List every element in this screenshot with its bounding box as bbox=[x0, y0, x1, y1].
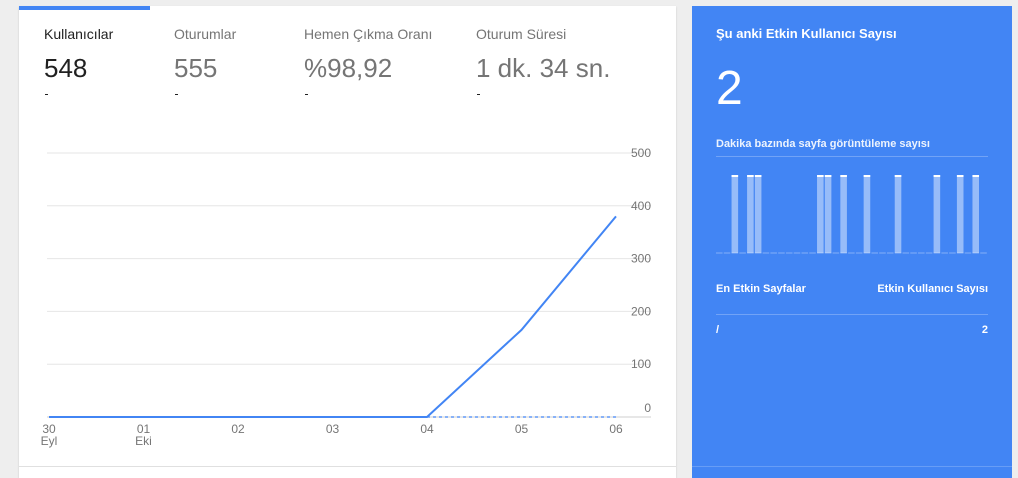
tab-sessions-sparkline bbox=[175, 94, 178, 95]
pageview-bar-cap bbox=[894, 175, 902, 177]
pageview-bar-cap bbox=[747, 175, 754, 177]
pageview-bar-cap bbox=[972, 175, 980, 177]
pageview-bar bbox=[894, 175, 902, 253]
realtime-footer-divider bbox=[692, 466, 1012, 467]
pageview-bar-cap bbox=[840, 175, 847, 177]
tab-session-duration-value: 1 dk. 34 sn. bbox=[476, 53, 611, 83]
realtime-title: Şu anki Etkin Kullanıcı Sayısı bbox=[716, 26, 897, 41]
active-users-count: 2 bbox=[716, 62, 743, 115]
top-page-users: 2 bbox=[981, 324, 988, 336]
top-pages-header: En Etkin Sayfalar bbox=[716, 283, 806, 295]
x-tick-month-label: Eyl bbox=[41, 434, 58, 448]
tab-sessions-label: Oturumlar bbox=[174, 26, 237, 42]
x-tick-label: 02 bbox=[231, 422, 245, 436]
table-header-divider bbox=[716, 314, 988, 315]
tab-bounce-rate-value: %98,92 bbox=[304, 53, 393, 83]
pageview-bar-cap bbox=[933, 175, 941, 177]
x-tick-label: 06 bbox=[609, 422, 623, 436]
pageview-bar bbox=[972, 175, 980, 253]
tab-session-duration[interactable]: Oturum Süresi 1 dk. 34 sn. bbox=[476, 6, 636, 101]
pageview-bar bbox=[956, 175, 964, 253]
tab-bounce-rate-sparkline bbox=[305, 94, 308, 95]
pageview-bar-cap bbox=[754, 175, 762, 177]
pageview-bar bbox=[824, 175, 832, 253]
pageviews-per-minute-label: Dakika bazında sayfa görüntüleme sayısı bbox=[716, 138, 930, 150]
pageview-bar bbox=[863, 175, 871, 253]
pageview-bar-cap bbox=[956, 175, 964, 177]
pageview-bar bbox=[747, 175, 754, 253]
overview-card: Kullanıcılar 548 Oturumlar 555 Hemen Çık… bbox=[19, 6, 676, 478]
pageview-bar bbox=[840, 175, 847, 253]
x-tick-label: 03 bbox=[326, 422, 340, 436]
tab-sessions[interactable]: Oturumlar 555 bbox=[174, 6, 294, 101]
y-tick-label: 0 bbox=[644, 401, 651, 415]
tab-users-sparkline bbox=[45, 94, 48, 95]
pageviews-divider bbox=[716, 156, 988, 157]
y-tick-label: 200 bbox=[631, 304, 651, 318]
x-tick-label: 05 bbox=[515, 422, 529, 436]
users-line-chart: 500400300200100030Eyl01Eki02 03 04 05 06 bbox=[41, 146, 652, 448]
pageview-bar-cap bbox=[817, 175, 824, 177]
active-users-header: Etkin Kullanıcı Sayısı bbox=[877, 283, 988, 295]
pageviews-bar-chart bbox=[716, 175, 987, 254]
y-tick-label: 300 bbox=[631, 252, 651, 266]
tab-users-value: 548 bbox=[44, 53, 88, 83]
x-tick-label: 04 bbox=[420, 422, 434, 436]
y-tick-label: 100 bbox=[631, 357, 651, 371]
tab-bounce-rate-label: Hemen Çıkma Oranı bbox=[304, 26, 433, 42]
y-tick-label: 500 bbox=[631, 146, 651, 160]
tab-users-label: Kullanıcılar bbox=[44, 26, 114, 42]
pageview-bar bbox=[933, 175, 941, 253]
pageview-bar-cap bbox=[824, 175, 832, 177]
pageview-bar-cap bbox=[731, 175, 739, 177]
tab-sessions-value: 555 bbox=[174, 53, 218, 83]
card-footer-divider bbox=[19, 466, 676, 467]
pageview-bar bbox=[817, 175, 824, 253]
pageview-bar bbox=[754, 175, 762, 253]
top-page-link[interactable]: / bbox=[716, 324, 719, 336]
x-tick-month-label: Eki bbox=[135, 434, 152, 448]
pageview-bar bbox=[731, 175, 739, 253]
tab-session-duration-label: Oturum Süresi bbox=[476, 26, 567, 42]
y-tick-label: 400 bbox=[631, 199, 651, 213]
tab-bounce-rate[interactable]: Hemen Çıkma Oranı %98,92 bbox=[304, 6, 464, 101]
tab-users[interactable]: Kullanıcılar 548 bbox=[44, 6, 169, 101]
pageview-bar-cap bbox=[863, 175, 871, 177]
series-line bbox=[49, 215, 617, 418]
tab-session-duration-sparkline bbox=[477, 94, 480, 95]
realtime-card: Şu anki Etkin Kullanıcı Sayısı 2 Dakika … bbox=[692, 6, 1012, 478]
